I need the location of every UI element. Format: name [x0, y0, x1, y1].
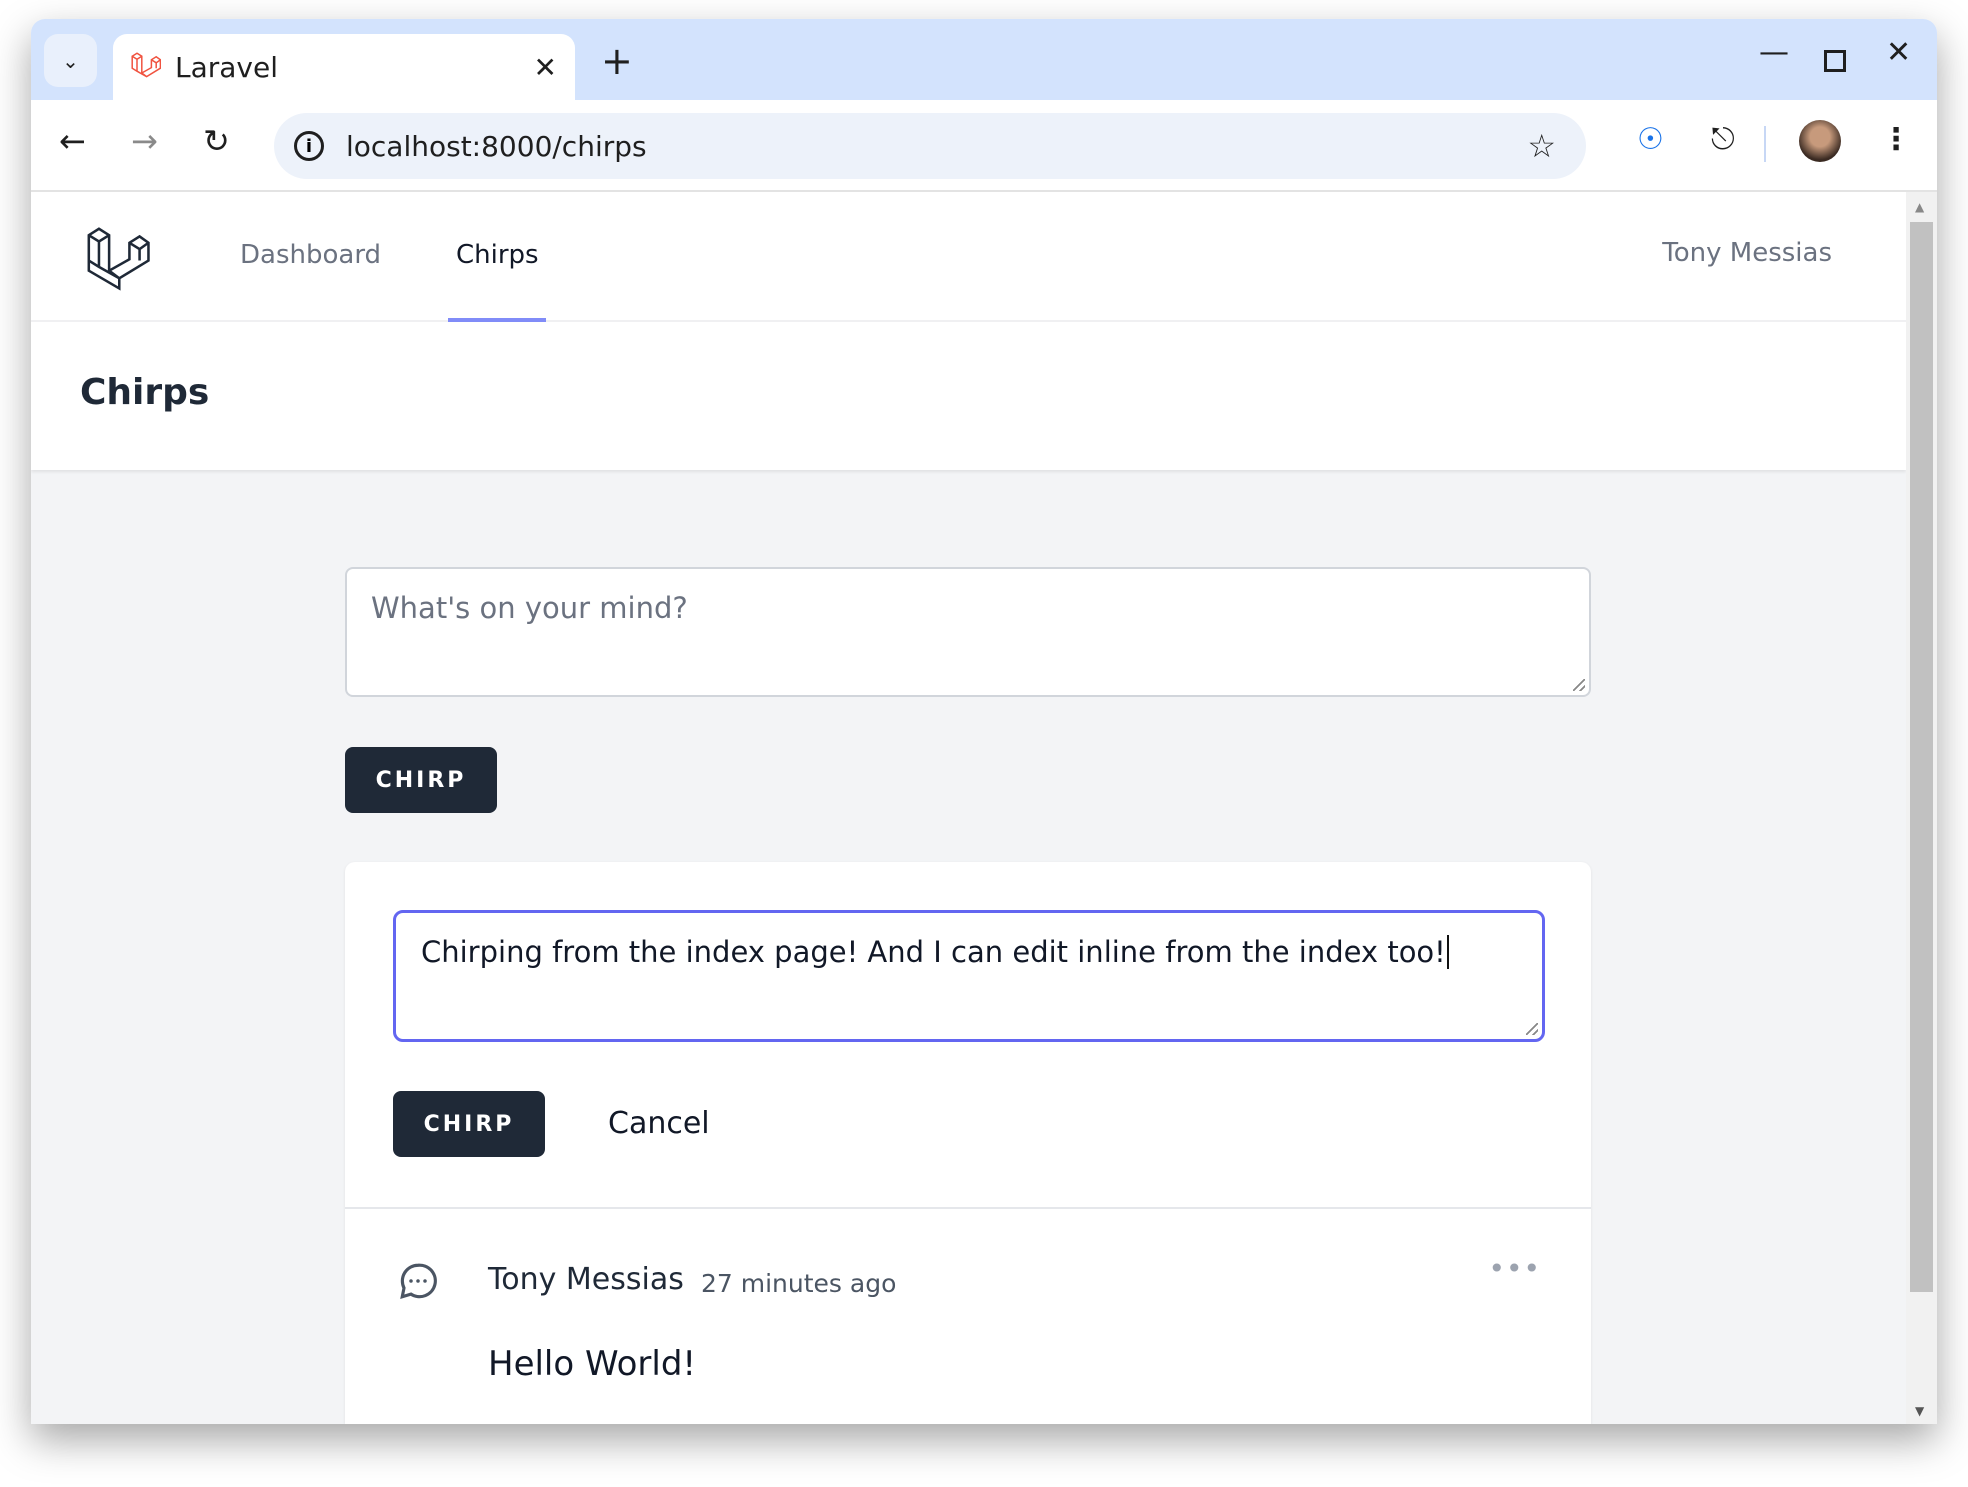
tab-title: Laravel [175, 50, 279, 84]
chirp-placeholder: What's on your mind? [371, 591, 688, 625]
avatar[interactable] [1799, 120, 1841, 162]
reload-icon[interactable]: ↻ [203, 122, 230, 160]
tab-search-icon[interactable]: ⌄ [44, 34, 97, 87]
laravel-logo[interactable] [85, 225, 151, 291]
forward-icon[interactable]: → [131, 122, 158, 160]
scrollbar-thumb[interactable] [1910, 222, 1933, 1292]
nav-dashboard[interactable]: Dashboard [240, 240, 381, 270]
user-menu[interactable]: Tony Messias [1662, 238, 1832, 268]
chirp-message: Hello World! [488, 1344, 697, 1384]
divider [345, 1207, 1591, 1209]
extensions-icon[interactable]: ⎋ [1711, 122, 1735, 157]
resize-handle[interactable] [1573, 679, 1585, 691]
nav-chirps[interactable]: Chirps [456, 240, 539, 270]
url-text[interactable]: localhost:8000/chirps [346, 130, 647, 163]
scroll-up-icon[interactable]: ▲ [1915, 200, 1924, 214]
tab-laravel[interactable]: Laravel ✕ [113, 34, 575, 100]
tab-strip: ⌄ Laravel ✕ + — ✕ [31, 19, 1937, 100]
chirp-input[interactable]: What's on your mind? [345, 567, 1591, 697]
laravel-favicon [131, 52, 161, 78]
chirp-card: Chirping from the index page! And I can … [345, 862, 1591, 1424]
star-icon[interactable]: ☆ [1527, 127, 1556, 165]
close-window-icon[interactable]: ✕ [1886, 35, 1911, 70]
page: Dashboard Chirps Tony Messias Chirps Wha… [31, 192, 1906, 1424]
chirp-time: 27 minutes ago [701, 1269, 897, 1298]
minimize-icon[interactable]: — [1759, 35, 1789, 70]
plus-icon[interactable]: + [601, 39, 633, 83]
scrollbar[interactable]: ▲ ▼ [1906, 192, 1937, 1424]
address-bar[interactable]: i localhost:8000/chirps ☆ [274, 113, 1586, 179]
scroll-down-icon[interactable]: ▼ [1915, 1404, 1924, 1418]
chirp-author: Tony Messias [488, 1262, 684, 1297]
edit-chirp-input[interactable]: Chirping from the index page! And I can … [393, 910, 1545, 1042]
more-vert-icon[interactable]: ⋮ [1881, 122, 1911, 157]
back-icon[interactable]: ← [59, 122, 86, 160]
chat-bubble-icon [400, 1263, 437, 1300]
info-icon[interactable]: i [294, 131, 324, 161]
chirp-button[interactable]: CHIRP [345, 747, 497, 813]
password-manager-icon[interactable]: ☉ [1637, 122, 1664, 157]
maximize-icon[interactable] [1824, 50, 1846, 72]
close-icon[interactable]: ✕ [534, 51, 557, 84]
top-nav: Dashboard Chirps Tony Messias [31, 192, 1906, 322]
page-title: Chirps [80, 372, 210, 413]
cancel-button[interactable]: Cancel [608, 1106, 710, 1141]
more-options-icon[interactable]: ••• [1488, 1252, 1541, 1285]
page-header: Chirps [31, 322, 1906, 470]
divider [1764, 126, 1766, 162]
browser-window: ⌄ Laravel ✕ + — ✕ ← → ↻ i localhost:8000… [31, 19, 1937, 1424]
text-cursor [1446, 935, 1449, 969]
toolbar: ← → ↻ i localhost:8000/chirps ☆ ☉ ⎋ ⋮ [31, 100, 1937, 192]
resize-handle[interactable] [1526, 1023, 1538, 1035]
save-chirp-button[interactable]: CHIRP [393, 1091, 545, 1157]
edit-chirp-value: Chirping from the index page! And I can … [421, 935, 1446, 969]
